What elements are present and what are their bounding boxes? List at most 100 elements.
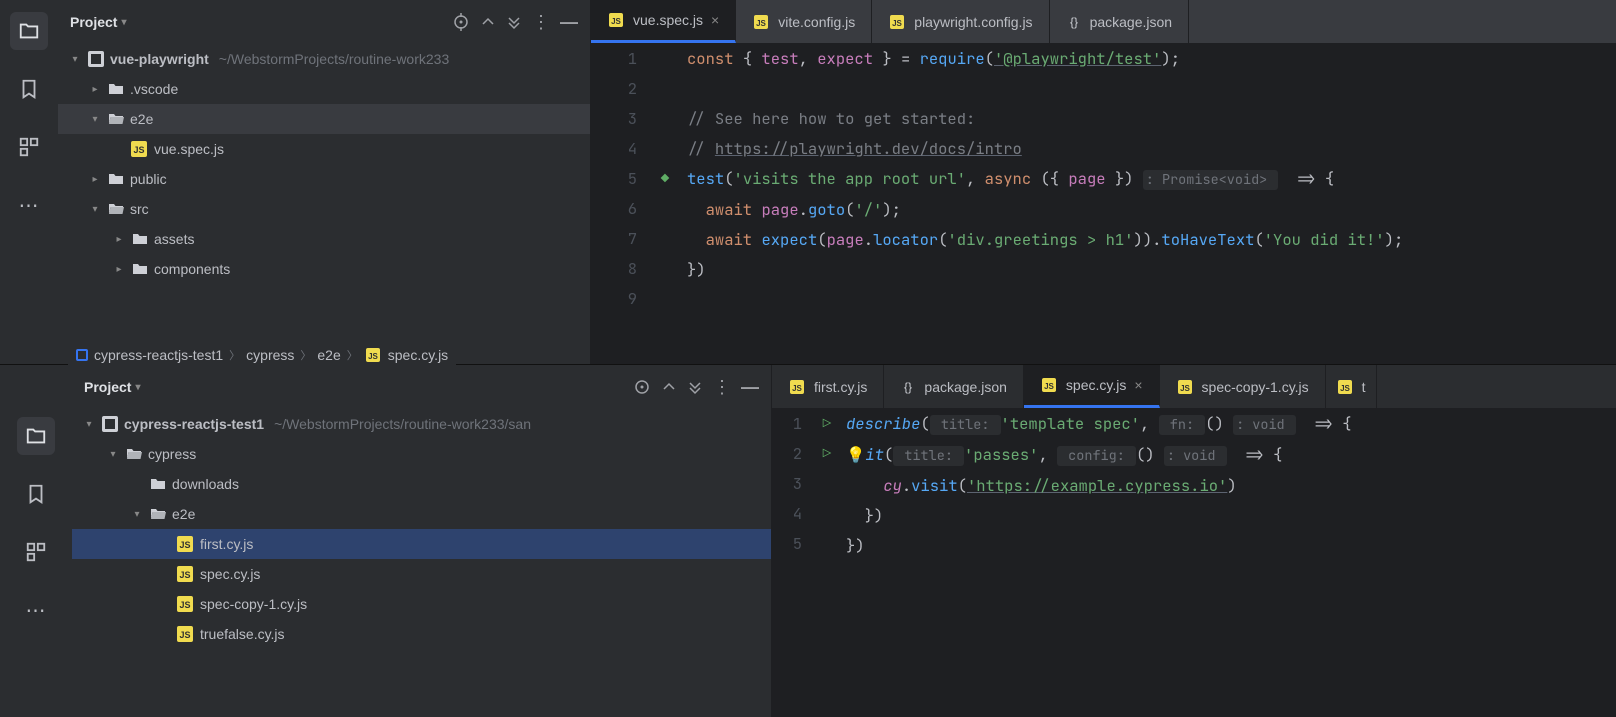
folder-icon <box>108 81 124 97</box>
glyph-gutter-2: ▷ ▷ <box>812 409 842 717</box>
tab-package-json-2[interactable]: package.json <box>884 365 1024 408</box>
tab-overflow[interactable]: JS t <box>1326 365 1377 408</box>
svg-text:JS: JS <box>792 384 802 393</box>
tab-spec-copy[interactable]: JS spec-copy-1.cy.js <box>1160 365 1326 408</box>
folder-icon <box>132 261 148 277</box>
folder-icon <box>126 446 142 462</box>
tab-spec-cy[interactable]: JS spec.cy.js× <box>1024 365 1160 408</box>
tree-spec-copy[interactable]: JS spec-copy-1.cy.js <box>72 589 771 619</box>
rail-more-1[interactable]: ⋯ <box>10 186 48 224</box>
js-icon: JS <box>1176 378 1194 396</box>
svg-text:JS: JS <box>1340 384 1350 393</box>
tab-package-json-1[interactable]: package.json <box>1050 0 1190 43</box>
rail-more-2[interactable]: ⋯ <box>17 591 55 629</box>
svg-text:JS: JS <box>368 352 378 361</box>
folder-icon <box>150 476 166 492</box>
code-content-1[interactable]: const { test, expect } = require('@playw… <box>683 44 1616 364</box>
tree-spec-cy[interactable]: JS spec.cy.js <box>72 559 771 589</box>
expand-icon[interactable] <box>661 379 677 395</box>
panel-title-2[interactable]: Project▾ <box>84 379 141 395</box>
tree-public[interactable]: ▸ public <box>58 164 590 194</box>
more-icon[interactable]: ⋮ <box>532 12 550 33</box>
tree-cypress[interactable]: ▾ cypress <box>72 439 771 469</box>
root-icon <box>102 416 118 432</box>
svg-text:JS: JS <box>179 600 190 610</box>
tree-e2e-1[interactable]: ▾ e2e <box>58 104 590 134</box>
tab-vue-spec[interactable]: JS vue.spec.js× <box>591 0 736 43</box>
svg-text:JS: JS <box>611 17 621 26</box>
folder-icon <box>108 171 124 187</box>
js-icon: JS <box>176 535 194 553</box>
tab-bar-1: JS vue.spec.js× JS vite.config.js JS pla… <box>591 0 1616 44</box>
expand-icon[interactable] <box>480 14 496 30</box>
run-gutter-icon[interactable]: ▷ <box>812 439 842 469</box>
minimize-icon[interactable]: — <box>741 377 759 398</box>
tab-vite-config[interactable]: JS vite.config.js <box>736 0 872 43</box>
close-icon[interactable]: × <box>1134 377 1142 393</box>
tree-components[interactable]: ▸ components <box>58 254 590 284</box>
more-icon[interactable]: ⋮ <box>713 377 731 398</box>
rail-bookmarks-1[interactable] <box>10 70 48 108</box>
js-icon: JS <box>130 140 148 158</box>
code-area-2[interactable]: 12345 ▷ ▷ describe( title: 'template spe… <box>772 409 1616 717</box>
project-tree-2[interactable]: ▾ cypress-reactjs-test1 ~/WebstormProjec… <box>72 409 771 717</box>
tab-first-cy[interactable]: JS first.cy.js <box>772 365 884 408</box>
tree-truefalse[interactable]: JS truefalse.cy.js <box>72 619 771 649</box>
tab-playwright-config[interactable]: JS playwright.config.js <box>872 0 1049 43</box>
project-panel-2: Project▾ ⋮ — ▾ cypress-reactjs-test1 ~/W… <box>72 365 772 717</box>
js-icon: JS <box>888 13 906 31</box>
js-icon: JS <box>607 11 625 29</box>
glyph-gutter-1: ◆ <box>647 44 683 364</box>
js-icon: JS <box>176 565 194 583</box>
js-icon: JS <box>1336 378 1354 396</box>
tree-e2e-2[interactable]: ▾ e2e <box>72 499 771 529</box>
line-gutter-1: 123456789 <box>591 44 647 364</box>
svg-text:JS: JS <box>1180 384 1190 393</box>
root-icon <box>88 51 104 67</box>
locate-icon[interactable] <box>633 378 651 396</box>
tree-first-cy[interactable]: JS first.cy.js <box>72 529 771 559</box>
rail-structure-1[interactable] <box>10 128 48 166</box>
code-content-2[interactable]: describe( title: 'template spec', fn: ()… <box>842 409 1616 717</box>
svg-text:JS: JS <box>179 540 190 550</box>
locate-icon[interactable] <box>452 13 470 31</box>
run-gutter-icon[interactable]: ▷ <box>812 409 842 439</box>
project-tree-1[interactable]: ▾ vue-playwright ~/WebstormProjects/rout… <box>58 44 590 364</box>
folder-icon <box>150 506 166 522</box>
folder-icon <box>108 201 124 217</box>
svg-text:JS: JS <box>892 19 902 28</box>
collapse-icon[interactable] <box>506 14 522 30</box>
rail-bookmarks-2[interactable] <box>17 475 55 513</box>
breadcrumb[interactable]: cypress-reactjs-test1〉 cypress〉 e2e〉 JS … <box>68 342 456 368</box>
panel-title-1[interactable]: Project▾ <box>70 14 127 30</box>
tree-vscode[interactable]: ▸ .vscode <box>58 74 590 104</box>
js-icon: JS <box>1040 376 1058 394</box>
svg-text:JS: JS <box>179 630 190 640</box>
project-panel-1: Project▾ ⋮ — ▾ vue-playwright ~/Webstorm… <box>58 0 591 364</box>
tree-root-1[interactable]: ▾ vue-playwright ~/WebstormProjects/rout… <box>58 44 590 74</box>
json-icon <box>900 379 916 395</box>
rail-structure-2[interactable] <box>17 533 55 571</box>
tree-vue-spec[interactable]: JS vue.spec.js <box>58 134 590 164</box>
rail-project-2[interactable] <box>17 417 55 455</box>
rail-project-1[interactable] <box>10 12 48 50</box>
json-icon <box>1066 14 1082 30</box>
run-gutter-icon[interactable]: ◆ <box>647 164 683 194</box>
folder-icon <box>132 231 148 247</box>
module-icon <box>76 349 88 361</box>
js-icon: JS <box>176 625 194 643</box>
tree-root-2[interactable]: ▾ cypress-reactjs-test1 ~/WebstormProjec… <box>72 409 771 439</box>
svg-text:JS: JS <box>179 570 190 580</box>
tree-assets[interactable]: ▸ assets <box>58 224 590 254</box>
left-rail-1: ⋯ <box>0 0 58 364</box>
code-area-1[interactable]: 123456789 ◆ const { test, expect } = req… <box>591 44 1616 364</box>
editor-2: JS first.cy.js package.json JS spec.cy.j… <box>772 365 1616 717</box>
left-rail-2: ⋯ <box>0 365 72 717</box>
tree-downloads[interactable]: downloads <box>72 469 771 499</box>
folder-icon <box>108 111 124 127</box>
collapse-icon[interactable] <box>687 379 703 395</box>
tree-src[interactable]: ▾ src <box>58 194 590 224</box>
editor-1: JS vue.spec.js× JS vite.config.js JS pla… <box>591 0 1616 364</box>
minimize-icon[interactable]: — <box>560 12 578 33</box>
close-icon[interactable]: × <box>711 12 719 28</box>
